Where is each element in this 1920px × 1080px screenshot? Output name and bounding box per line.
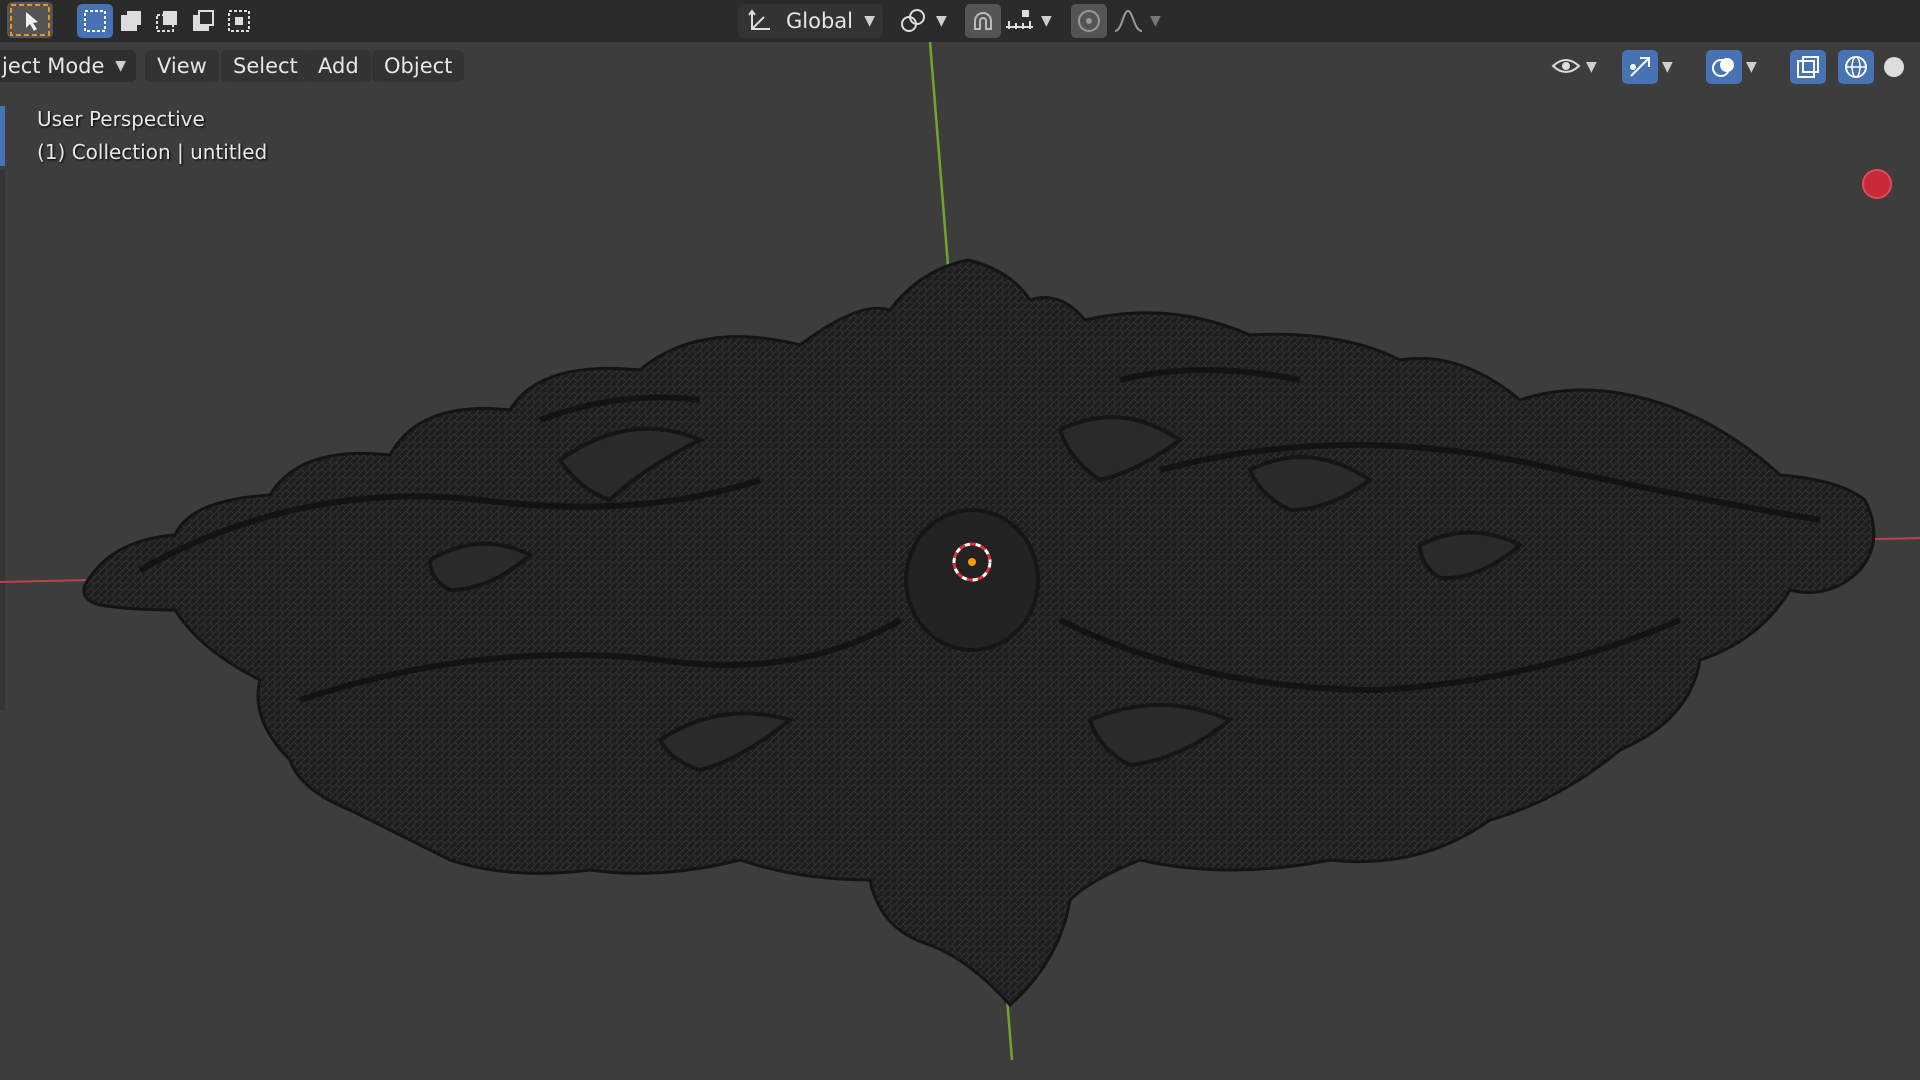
xray-icon (1797, 56, 1819, 78)
menu-add[interactable]: Add (306, 50, 371, 82)
cursor-3d[interactable] (952, 542, 992, 582)
y-axis-line (928, 41, 1014, 1061)
pivot-point-dropdown[interactable]: ▼ (898, 4, 954, 38)
chevron-down-icon: ▼ (1746, 59, 1757, 75)
select-mode-intersect-button[interactable] (221, 4, 257, 38)
nav-gizmo-x-handle[interactable] (1862, 169, 1892, 199)
toolbar-edge[interactable] (0, 170, 5, 710)
gizmo-icon (1630, 57, 1650, 77)
select-tool-button[interactable] (7, 2, 53, 38)
orientation-label: Global (786, 9, 853, 33)
wireframe-shading-button[interactable] (1838, 50, 1874, 84)
proportional-editing-button[interactable] (1071, 4, 1107, 38)
transform-orientation-dropdown[interactable]: Global ▼ (738, 4, 883, 38)
proportional-edit-icon (1078, 10, 1100, 32)
chevron-down-icon: ▼ (1150, 13, 1161, 29)
xray-toggle-button[interactable] (1790, 50, 1826, 84)
select-mode-new-button[interactable] (77, 4, 113, 38)
x-axis-line (0, 537, 1920, 583)
snap-increment-icon (1006, 10, 1033, 29)
visibility-dropdown[interactable]: ▼ (1550, 50, 1597, 84)
mode-dropdown[interactable]: ject Mode ▼ (0, 50, 136, 82)
solid-sphere-icon (1884, 57, 1904, 77)
menu-select[interactable]: Select (221, 50, 310, 82)
menu-object[interactable]: Object (372, 50, 465, 82)
tool-header: Global ▼ ▼ ▼ ▼ (0, 0, 1920, 42)
pivot-link-icon (901, 9, 925, 32)
active-region-indicator (0, 106, 5, 166)
solid-shading-button[interactable] (1876, 50, 1912, 84)
gizmo-toggle-button[interactable] (1622, 50, 1658, 84)
wireframe-sphere-icon (1845, 56, 1867, 78)
overlays-dropdown[interactable]: ▼ (1746, 50, 1757, 84)
menu-view[interactable]: View (145, 50, 219, 82)
chevron-down-icon: ▼ (1041, 13, 1052, 29)
gizmo-dropdown[interactable]: ▼ (1662, 50, 1673, 84)
collection-info: (1) Collection | untitled (37, 140, 268, 164)
view-name: User Perspective (37, 107, 205, 131)
select-mode-subtract-button[interactable] (149, 4, 185, 38)
chevron-down-icon: ▼ (115, 58, 126, 74)
chevron-down-icon: ▼ (864, 13, 875, 29)
select-mode-extend-button[interactable] (113, 4, 149, 38)
chevron-down-icon: ▼ (1586, 59, 1597, 75)
overlays-toggle-button[interactable] (1706, 50, 1742, 84)
select-new-icon (84, 10, 106, 32)
falloff-dropdown[interactable]: ▼ (1112, 4, 1168, 38)
chevron-down-icon: ▼ (1662, 59, 1673, 75)
chevron-down-icon: ▼ (936, 13, 947, 29)
mode-label: ject Mode (2, 54, 105, 78)
magnet-icon (974, 12, 992, 30)
viewport-canvas (0, 41, 1920, 1061)
snap-toggle-button[interactable] (965, 4, 1001, 38)
select-extend-icon (121, 11, 141, 31)
select-subtract-icon (156, 11, 177, 32)
eye-icon (1551, 59, 1581, 73)
overlays-icon (1712, 58, 1734, 77)
select-mode-invert-button[interactable] (185, 4, 221, 38)
ornament-mesh[interactable] (82, 258, 1876, 1008)
snap-target-dropdown[interactable]: ▼ (1003, 4, 1061, 38)
select-tool-icon (10, 4, 50, 36)
orientation-axes-icon (748, 9, 770, 30)
select-intersect-icon (228, 10, 250, 32)
falloff-curve-icon (1114, 9, 1143, 32)
select-invert-icon (193, 10, 214, 31)
